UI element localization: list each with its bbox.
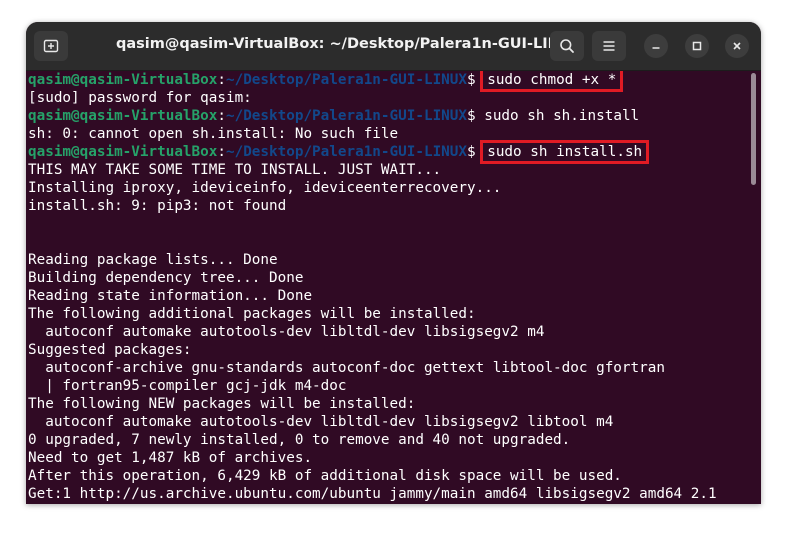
prompt-line: qasim@qasim-VirtualBox:~/Desktop/Palera1… [28,71,748,92]
terminal-output[interactable]: qasim@qasim-VirtualBox:~/Desktop/Palera1… [26,71,748,504]
title-bar[interactable]: qasim@qasim-VirtualBox: ~/Desktop/Palera… [26,22,761,71]
output-line: Reading package lists... Done [28,252,278,268]
maximize-icon [692,41,702,51]
prompt-separator: : [217,108,226,124]
window-title: qasim@qasim-VirtualBox: ~/Desktop/Palera… [116,36,583,52]
command-text: sudo sh sh.install [484,108,640,124]
output-line: 0 upgraded, 7 newly installed, 0 to remo… [28,432,571,448]
output-line: THIS MAY TAKE SOME TIME TO INSTALL. JUST… [28,162,442,178]
output-line: Building dependency tree... Done [28,270,304,286]
prompt-symbol: $ [467,144,476,160]
output-line: autoconf automake autotools-dev libltdl-… [28,324,545,340]
prompt-symbol: $ [467,108,476,124]
output-line: | fortran95-compiler gcj-jdk m4-doc [28,378,347,394]
new-tab-button[interactable] [34,31,68,61]
output-line: install.sh: 9: pip3: not found [28,198,287,214]
highlighted-command: sudo sh install.sh [480,140,650,164]
close-button[interactable] [725,34,749,58]
prompt-path: ~/Desktop/Palera1n-GUI-LINUX [225,108,467,124]
output-line: [sudo] password for qasim: [28,90,252,106]
scrollbar-thumb[interactable] [751,73,756,185]
prompt-path: ~/Desktop/Palera1n-GUI-LINUX [225,72,467,88]
search-icon [560,39,574,53]
output-line: After this operation, 6,429 kB of additi… [28,468,622,484]
scrollbar[interactable] [748,71,761,504]
hamburger-menu-icon [603,41,615,51]
output-line: autoconf automake autotools-dev libltdl-… [28,414,614,430]
output-line: Need to get 1,487 kB of archives. [28,450,313,466]
output-line: Get:1 http://us.archive.ubuntu.com/ubunt… [28,486,717,502]
prompt-user: qasim@qasim-VirtualBox [28,72,218,88]
output-line: Installing iproxy, ideviceinfo, idevicee… [28,180,502,196]
prompt-symbol: $ [467,72,476,88]
output-line: autoconf-archive gnu-standards autoconf-… [28,360,665,376]
output-line: The following NEW packages will be insta… [28,396,416,412]
search-button[interactable] [550,31,584,61]
new-tab-icon [43,39,59,53]
output-line: sh: 0: cannot open sh.install: No such f… [28,126,399,142]
prompt-user: qasim@qasim-VirtualBox [28,108,218,124]
menu-button[interactable] [592,31,626,61]
prompt-line: qasim@qasim-VirtualBox:~/Desktop/Palera1… [28,140,748,164]
prompt-separator: : [217,144,226,160]
prompt-path: ~/Desktop/Palera1n-GUI-LINUX [225,144,467,160]
minimize-icon [652,47,660,49]
maximize-button[interactable] [685,34,709,58]
terminal-window: qasim@qasim-VirtualBox: ~/Desktop/Palera… [26,22,761,504]
highlighted-command: sudo chmod +x * [480,71,624,92]
close-icon [733,42,741,50]
prompt-user: qasim@qasim-VirtualBox [28,144,218,160]
output-line: The following additional packages will b… [28,306,476,322]
minimize-button[interactable] [644,34,668,58]
output-line: Suggested packages: [28,342,192,358]
prompt-line: qasim@qasim-VirtualBox:~/Desktop/Palera1… [28,107,748,125]
output-line: Reading state information... Done [28,288,313,304]
prompt-separator: : [217,72,226,88]
